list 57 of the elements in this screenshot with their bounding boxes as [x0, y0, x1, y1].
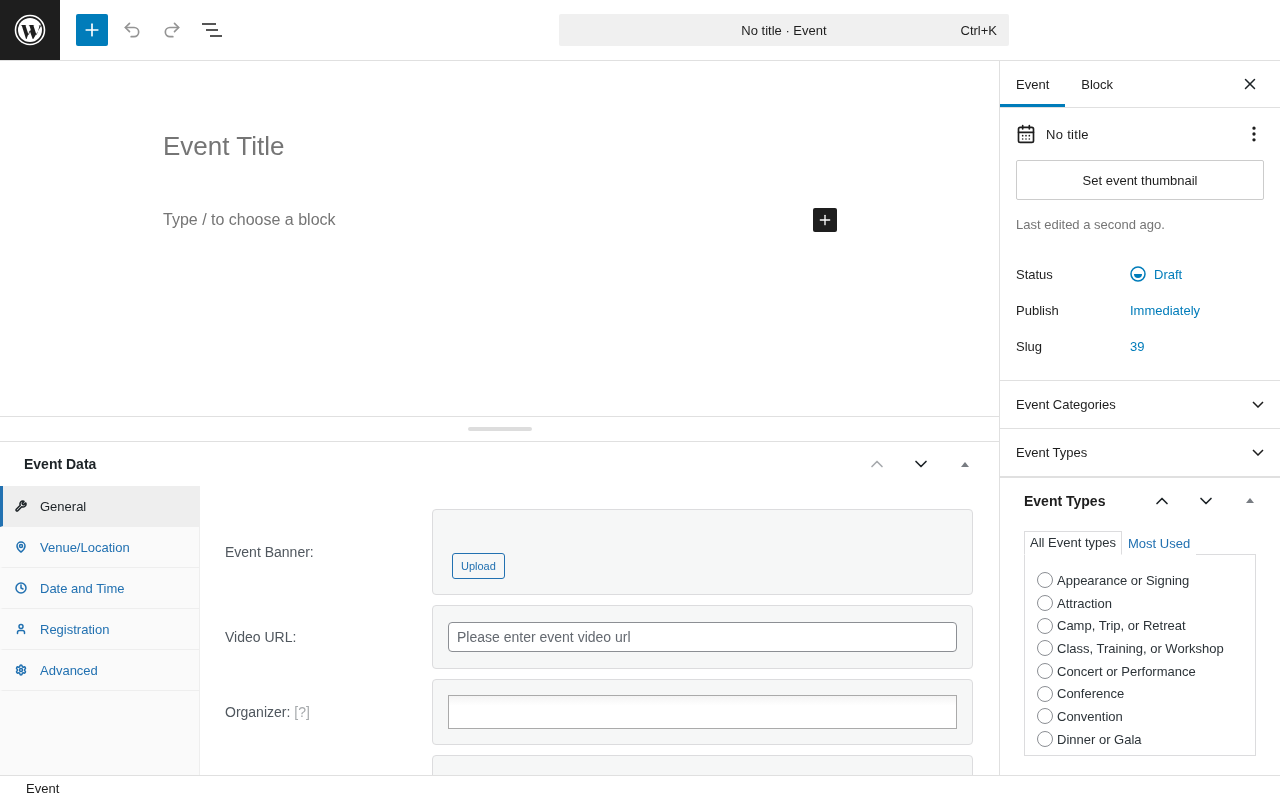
plus-icon — [817, 212, 833, 228]
location-pin-icon — [15, 541, 27, 553]
person-icon — [15, 623, 27, 635]
sidebar-tab[interactable]: Block — [1065, 61, 1130, 107]
last-edited-text: Last edited a second ago. — [1016, 217, 1166, 232]
title-placeholder[interactable]: Event Title — [163, 131, 999, 162]
metabox-tab[interactable]: Date and Time — [0, 568, 199, 609]
block-inserter-button[interactable] — [813, 208, 837, 232]
option-label: Appearance or Signing — [1057, 572, 1190, 588]
clock-icon — [15, 582, 27, 594]
draft-icon — [1130, 266, 1146, 282]
chevron-down-icon — [1252, 449, 1264, 456]
post-title: No title — [1046, 126, 1090, 142]
undo-icon — [122, 20, 142, 40]
option-label: Dinner or Gala — [1057, 731, 1142, 747]
video-url-field[interactable]: Please enter event video url — [448, 622, 957, 652]
resize-handle[interactable] — [467, 427, 532, 431]
summary-link[interactable]: Draft — [1130, 266, 1183, 282]
metabox-title: Event Data — [24, 456, 98, 472]
command-bar[interactable]: No title · Event Ctrl+K — [559, 14, 1009, 46]
metabox-title: Event Types — [1024, 492, 1107, 509]
set-thumbnail-button[interactable]: Set event thumbnail — [1016, 160, 1264, 200]
settings-icon — [15, 664, 27, 676]
summary-link[interactable]: 39 — [1130, 338, 1145, 354]
logo-tile[interactable] — [0, 0, 60, 60]
option-label: Camp, Trip, or Retreat — [1057, 618, 1186, 634]
breadcrumb[interactable]: Event — [26, 780, 60, 796]
triangle-icon — [961, 461, 969, 467]
add-block-button[interactable] — [76, 14, 108, 46]
option-label: Convention — [1057, 708, 1123, 724]
redo-icon — [162, 20, 182, 40]
field-label: Event Banner: — [225, 544, 315, 560]
metabox-tab[interactable]: Venue/Location — [0, 527, 199, 568]
option-label: Attraction — [1057, 595, 1112, 611]
list-view-icon — [202, 23, 222, 37]
summary-label: Slug — [1016, 338, 1044, 354]
upload-button[interactable]: Upload — [452, 553, 505, 579]
metabox-tab[interactable]: General — [0, 486, 199, 527]
block-placeholder[interactable]: Type / to choose a block — [163, 211, 336, 229]
field-label: Organizer: [?] — [225, 704, 311, 720]
sidebar-tab[interactable]: Event — [1000, 61, 1066, 107]
summary-label: Publish — [1016, 302, 1060, 318]
field-label: Video URL: — [225, 629, 298, 645]
triangle-icon — [1246, 498, 1254, 503]
wordpress-logo[interactable] — [14, 14, 46, 46]
category-tab[interactable]: All Event types — [1024, 531, 1122, 555]
option-label: Concert or Performance — [1057, 663, 1196, 679]
option-label: Class, Training, or Workshop — [1057, 640, 1224, 656]
calendar-icon — [1016, 124, 1036, 144]
option-label: Conference — [1057, 686, 1125, 702]
organizer-select[interactable] — [448, 695, 957, 729]
summary-link[interactable]: Immediately — [1130, 302, 1201, 318]
metabox-tab[interactable]: Registration — [0, 609, 199, 650]
metabox-tab[interactable]: Advanced — [0, 650, 199, 691]
summary-label: Status — [1016, 266, 1054, 282]
wrench-icon — [15, 500, 27, 512]
chevron-down-icon — [1252, 401, 1264, 408]
